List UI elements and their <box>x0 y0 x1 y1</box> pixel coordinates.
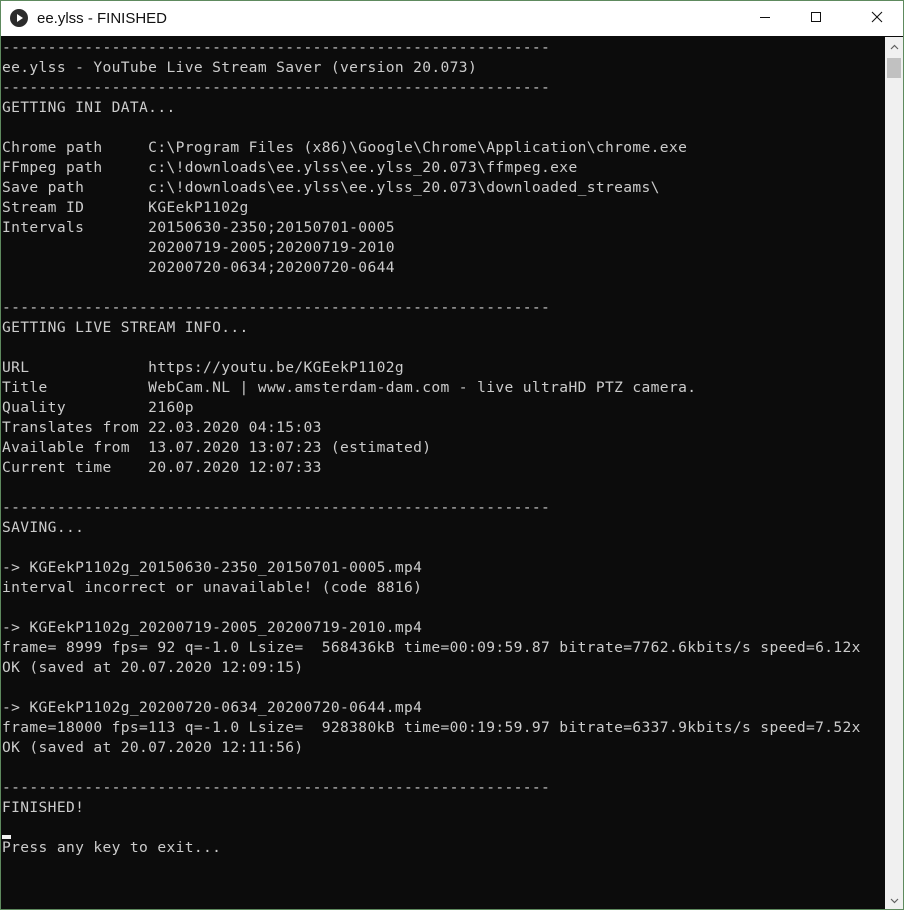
console-line: 20200720-0634;20200720-0644 <box>2 259 395 276</box>
console-line: ee.ylss - YouTube Live Stream Saver (ver… <box>2 59 478 76</box>
scroll-down-button[interactable] <box>885 891 903 909</box>
close-icon <box>871 10 883 28</box>
minimize-icon <box>759 10 771 28</box>
console-line: Quality 2160p <box>2 399 194 416</box>
chevron-up-icon <box>890 37 899 55</box>
scrollbar-thumb[interactable] <box>887 58 901 78</box>
console-line: OK (saved at 20.07.2020 12:11:56) <box>2 739 304 756</box>
console-line: GETTING INI DATA... <box>2 99 176 116</box>
console-line: FINISHED! <box>2 799 85 816</box>
console-line: Chrome path C:\Program Files (x86)\Googl… <box>2 139 688 156</box>
console-line: 20200719-2005;20200719-2010 <box>2 239 395 256</box>
maximize-icon <box>810 10 822 28</box>
play-icon[interactable] <box>10 9 28 27</box>
console-window: ee.ylss - FINISHED ---------------------… <box>0 0 904 910</box>
console-line: Press any key to exit... <box>2 839 222 856</box>
console-line: Current time 20.07.2020 12:07:33 <box>2 459 322 476</box>
console-line: SAVING... <box>2 519 85 536</box>
console-line: ----------------------------------------… <box>2 299 551 316</box>
vertical-scrollbar[interactable] <box>885 37 903 909</box>
console-line: frame= 8999 fps= 92 q=-1.0 Lsize= 568436… <box>2 639 861 656</box>
console-line: ----------------------------------------… <box>2 779 551 796</box>
close-button[interactable] <box>853 1 901 36</box>
text-cursor <box>2 835 11 839</box>
console-line: interval incorrect or unavailable! (code… <box>2 579 423 596</box>
console-line: Stream ID KGEekP1102g <box>2 199 249 216</box>
minimize-button[interactable] <box>741 1 789 36</box>
scroll-up-button[interactable] <box>885 37 903 55</box>
window-title: ee.ylss - FINISHED <box>37 10 168 27</box>
console-line: Title WebCam.NL | www.amsterdam-dam.com … <box>2 379 697 396</box>
console-line: Save path c:\!downloads\ee.ylss\ee.ylss_… <box>2 179 660 196</box>
console-line: Available from 13.07.2020 13:07:23 (esti… <box>2 439 432 456</box>
console-line: Intervals 20150630-2350;20150701-0005 <box>2 219 395 236</box>
console-line: Translates from 22.03.2020 04:15:03 <box>2 419 322 436</box>
console-line: frame=18000 fps=113 q=-1.0 Lsize= 928380… <box>2 719 861 736</box>
console-output[interactable]: ----------------------------------------… <box>2 37 884 909</box>
console-line: -> KGEekP1102g_20200720-0634_20200720-06… <box>2 699 423 716</box>
console-line: FFmpeg path c:\!downloads\ee.ylss\ee.yls… <box>2 159 578 176</box>
console-line: ----------------------------------------… <box>2 79 551 96</box>
console-line: OK (saved at 20.07.2020 12:09:15) <box>2 659 304 676</box>
console-line: ----------------------------------------… <box>2 499 551 516</box>
chevron-down-icon <box>890 891 899 909</box>
console-line: -> KGEekP1102g_20150630-2350_20150701-00… <box>2 559 423 576</box>
console-line: ----------------------------------------… <box>2 39 551 56</box>
console-line: -> KGEekP1102g_20200719-2005_20200719-20… <box>2 619 423 636</box>
console-line: GETTING LIVE STREAM INFO... <box>2 319 249 336</box>
maximize-button[interactable] <box>792 1 840 36</box>
console-line: URL https://youtu.be/KGEekP1102g <box>2 359 404 376</box>
title-bar[interactable]: ee.ylss - FINISHED <box>1 1 903 36</box>
